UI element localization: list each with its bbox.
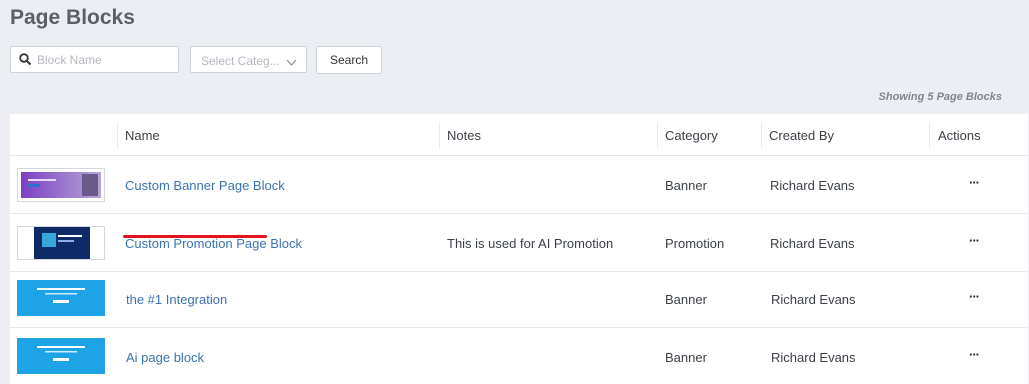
block-category: Promotion: [665, 236, 725, 251]
block-thumbnail: [17, 226, 105, 260]
table-row: Custom Promotion Page Block This is used…: [10, 214, 1028, 272]
chevron-down-icon: [286, 54, 297, 72]
block-created-by: Richard Evans: [771, 350, 856, 365]
block-category: Banner: [665, 292, 707, 307]
column-divider: [439, 122, 440, 148]
block-name-search-field[interactable]: [10, 46, 179, 73]
more-actions-icon[interactable]: ···: [969, 347, 980, 362]
column-divider: [117, 122, 118, 148]
category-select[interactable]: Select Categ...: [190, 46, 307, 73]
column-header-category[interactable]: Category: [665, 128, 718, 143]
block-created-by: Richard Evans: [771, 292, 856, 307]
column-header-notes[interactable]: Notes: [447, 128, 481, 143]
column-divider: [657, 122, 658, 148]
table-row: Custom Banner Page Block Banner Richard …: [10, 156, 1028, 238]
column-header-name[interactable]: Name: [125, 128, 160, 143]
block-thumbnail: [17, 280, 105, 316]
block-created-by: Richard Evans: [770, 236, 855, 251]
block-name-link[interactable]: Custom Promotion Page Block: [125, 236, 302, 251]
column-header-actions: Actions: [938, 128, 981, 143]
category-select-placeholder: Select Categ...: [201, 54, 280, 68]
more-actions-icon[interactable]: ···: [969, 233, 980, 248]
block-thumbnail: [17, 338, 105, 374]
result-count: Showing 5 Page Blocks: [878, 91, 1002, 103]
block-name-link[interactable]: Custom Banner Page Block: [125, 178, 285, 193]
more-actions-icon[interactable]: ···: [969, 175, 980, 190]
block-thumbnail: [17, 168, 105, 202]
block-name-link[interactable]: Ai page block: [126, 350, 204, 365]
table-row: the #1 Integration Banner Richard Evans …: [10, 272, 1028, 328]
more-actions-icon[interactable]: ···: [969, 289, 980, 304]
column-divider: [761, 122, 762, 148]
table-header: Name Notes Category Created By Actions: [10, 114, 1028, 156]
block-category: Banner: [665, 178, 707, 193]
page-blocks-table: Name Notes Category Created By Actions C…: [10, 114, 1028, 384]
column-header-created-by[interactable]: Created By: [769, 128, 834, 143]
search-input[interactable]: [37, 50, 175, 69]
search-button[interactable]: Search: [316, 46, 382, 74]
search-icon: [19, 53, 32, 71]
block-category: Banner: [665, 350, 707, 365]
table-row: Ai page block Banner Richard Evans ···: [10, 328, 1028, 384]
page-title: Page Blocks: [10, 6, 135, 29]
block-notes: This is used for AI Promotion: [447, 236, 614, 251]
block-created-by: Richard Evans: [770, 178, 855, 193]
block-name-link[interactable]: the #1 Integration: [126, 292, 227, 307]
column-divider: [929, 122, 930, 148]
